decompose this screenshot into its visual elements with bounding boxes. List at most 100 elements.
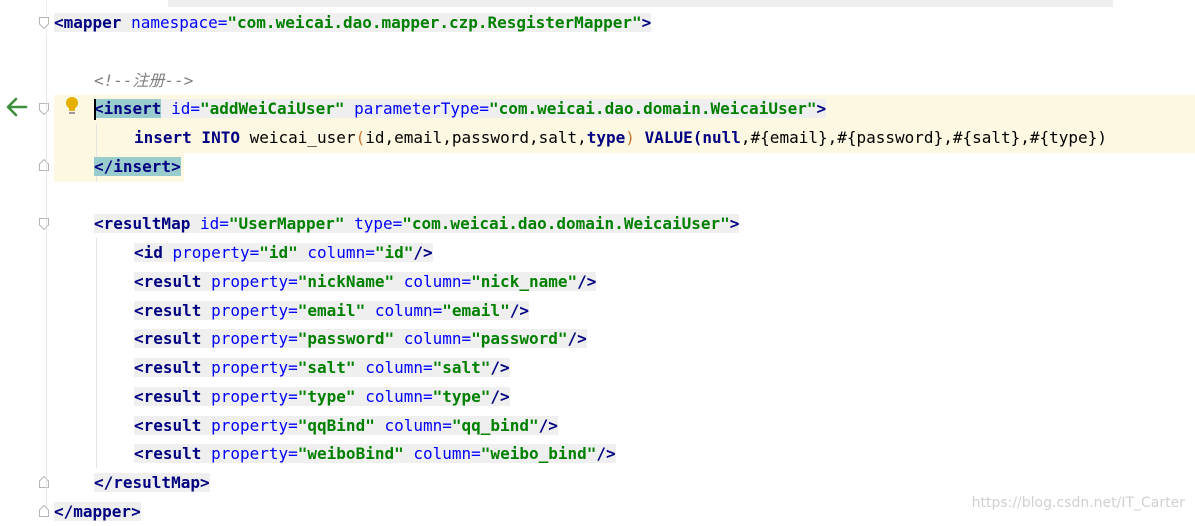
code-token: "qq_bind"	[451, 416, 539, 435]
code-text: <id property="id" column="id"/>	[134, 243, 433, 262]
code-token: />	[538, 416, 558, 435]
code-text: <!--注册-->	[94, 71, 193, 90]
code-text: <result property="qqBind" column="qq_bin…	[134, 416, 558, 435]
code-token: property=	[172, 243, 260, 262]
fold-marker-icon[interactable]	[39, 103, 49, 115]
code-token: insert INTO	[134, 128, 250, 147]
text-cursor	[94, 99, 96, 120]
indent-guide	[96, 238, 97, 468]
lightbulb-icon[interactable]	[64, 96, 80, 120]
code-line[interactable]: <!--注册-->	[94, 67, 193, 95]
code-line[interactable]: <result property="nickName" column="nick…	[134, 268, 597, 296]
code-text: <mapper namespace="com.weicai.dao.mapper…	[54, 13, 652, 32]
code-line[interactable]: </resultMap>	[94, 469, 210, 497]
code-token: <result	[134, 358, 212, 377]
code-text: <resultMap id="UserMapper" type="com.wei…	[94, 214, 740, 233]
code-token: <result	[134, 387, 212, 406]
code-token: property=	[211, 358, 298, 377]
left-arrow-icon[interactable]	[4, 96, 28, 122]
code-line[interactable]: insert INTO weicai_user(id,email,passwor…	[134, 124, 1107, 152]
code-token: <result	[134, 416, 212, 435]
code-token: null	[702, 128, 741, 147]
code-token: property=	[211, 272, 298, 291]
code-text: <result property="nickName" column="nick…	[134, 272, 597, 291]
code-text: <result property="weiboBind" column="wei…	[134, 444, 616, 463]
code-line[interactable]: <result property="weiboBind" column="wei…	[134, 440, 616, 468]
code-line[interactable]: <resultMap id="UserMapper" type="com.wei…	[94, 210, 740, 238]
code-token: "email"	[442, 301, 510, 320]
code-line[interactable]: <result property="email" column="email"/…	[134, 297, 529, 325]
code-token: "	[227, 13, 238, 32]
code-token: </resultMap>	[94, 473, 210, 492]
fold-marker-icon[interactable]	[39, 17, 49, 29]
code-line[interactable]: <id property="id" column="id"/>	[134, 239, 433, 267]
code-token: "password"	[471, 329, 568, 348]
code-token: property=	[211, 387, 298, 406]
code-token: />	[509, 301, 529, 320]
code-editor[interactable]: <mapper namespace="com.weicai.dao.mapper…	[46, 0, 1195, 521]
code-token: "qqBind"	[297, 416, 375, 435]
code-token: <result	[134, 272, 212, 291]
code-text: </insert>	[94, 157, 181, 176]
code-token: com.weicai.dao.mapper.czp.ResgisterMappe…	[237, 13, 632, 32]
code-token: property=	[211, 416, 298, 435]
fold-marker-icon[interactable]	[39, 476, 49, 488]
code-token: "UserMapper"	[228, 214, 345, 233]
code-text: <result property="password" column="pass…	[134, 329, 587, 348]
code-token: "nick_name"	[471, 272, 578, 291]
code-token: <result	[134, 301, 212, 320]
code-line[interactable]: <result property="salt" column="salt"/>	[134, 354, 510, 382]
code-token: property=	[211, 444, 298, 463]
code-text: <result property="salt" column="salt"/>	[134, 358, 510, 377]
code-token: column=	[394, 329, 472, 348]
code-token: "id"	[259, 243, 298, 262]
code-token: />	[577, 272, 597, 291]
code-line[interactable]: </insert>	[94, 153, 181, 181]
code-token: column=	[374, 416, 452, 435]
code-token: weicai_user	[249, 128, 356, 147]
code-line[interactable]: <result property="password" column="pass…	[134, 325, 587, 353]
code-token: >	[729, 214, 740, 233]
code-token: column=	[403, 444, 481, 463]
code-line[interactable]: <insert id="addWeiCaiUser" parameterType…	[94, 95, 827, 123]
fold-marker-icon[interactable]	[39, 159, 49, 171]
code-token: "weiboBind"	[297, 444, 404, 463]
indent-guide	[46, 36, 47, 506]
code-token: id=	[161, 99, 200, 118]
code-token: column=	[297, 243, 375, 262]
code-token: "	[631, 13, 642, 32]
code-token: column=	[355, 358, 433, 377]
code-token: property=	[211, 301, 298, 320]
code-line[interactable]: <result property="qqBind" column="qq_bin…	[134, 412, 558, 440]
code-token: <!--注册-->	[94, 71, 194, 90]
code-text: <result property="type" column="type"/>	[134, 387, 510, 406]
code-token: <result	[134, 329, 212, 348]
code-token: >	[641, 13, 652, 32]
code-line[interactable]: </mapper>	[54, 498, 141, 526]
fold-marker-icon[interactable]	[39, 218, 49, 230]
code-token: id,email,password,salt,	[365, 128, 587, 147]
code-token: <insert	[94, 99, 162, 118]
code-token: "weibo_bind"	[480, 444, 597, 463]
code-token: />	[490, 358, 510, 377]
code-text: </mapper>	[54, 502, 141, 521]
code-token: "com.weicai.dao.domain.WeicaiUser"	[402, 214, 730, 233]
code-token: column=	[394, 272, 472, 291]
code-token: "salt"	[432, 358, 491, 377]
fold-marker-icon[interactable]	[39, 505, 49, 517]
code-token: >	[816, 99, 827, 118]
code-token: namespace=	[131, 13, 228, 32]
code-token: column=	[355, 387, 433, 406]
code-token: />	[413, 243, 433, 262]
code-text: </resultMap>	[94, 473, 210, 492]
code-token: )	[625, 128, 635, 147]
code-token: property=	[211, 329, 298, 348]
code-token: <id	[134, 243, 173, 262]
code-text: <result property="email" column="email"/…	[134, 301, 529, 320]
code-token: />	[596, 444, 616, 463]
code-token: <result	[134, 444, 212, 463]
code-token: </insert>	[94, 157, 181, 176]
code-line[interactable]: <result property="type" column="type"/>	[134, 383, 510, 411]
code-token: "nickName"	[297, 272, 395, 291]
code-line[interactable]: <mapper namespace="com.weicai.dao.mapper…	[54, 9, 652, 37]
